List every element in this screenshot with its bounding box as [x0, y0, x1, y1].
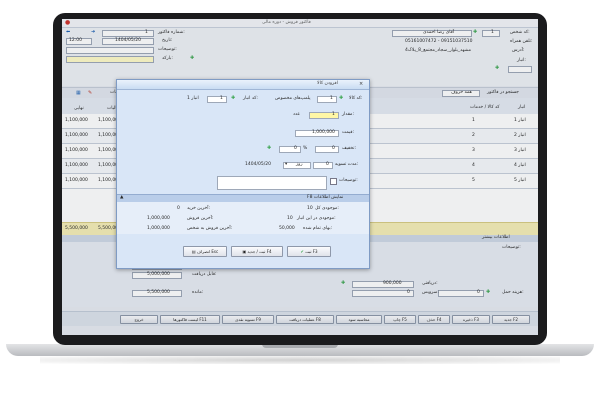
chevron-down-icon: ▾ — [285, 162, 288, 167]
qty-unit: عدد — [293, 112, 301, 117]
store-name: انبار 1 — [187, 96, 199, 101]
stock-store-label: موجودی در این انبار: — [297, 216, 336, 221]
qty-label: مقدار: — [342, 112, 355, 117]
store-code-label: کد انبار: — [243, 96, 258, 101]
stock-total: 10 — [307, 206, 313, 211]
cancel-button[interactable]: ▤ انصراف Esc — [183, 246, 227, 257]
avg-price-label: بهای تمام شده: — [303, 226, 333, 231]
item-name: پلمپ‌های مخصوص — [275, 96, 311, 101]
last-buy-label: آخرین خرید: — [187, 206, 211, 211]
last-sell: 1,000,000 — [147, 216, 170, 221]
info-panel: موجودی کل: 10 آخرین خرید: 0 موجودی در ای… — [117, 202, 369, 234]
dialog-title-bar: افزودن کالا × — [117, 80, 369, 90]
submit-button[interactable]: ✔ ثبت F3 — [287, 246, 331, 257]
laptop-shadow — [40, 356, 560, 364]
discount-amount-input[interactable]: 0 — [315, 146, 339, 153]
collapse-icon[interactable]: ▲ — [120, 195, 123, 201]
last-sell-label: آخرین فروش: — [187, 216, 214, 221]
price-input[interactable]: 1,000,000 — [295, 130, 339, 137]
notes-input[interactable] — [217, 176, 327, 190]
stock-total-label: موجودی کل: — [315, 206, 339, 211]
last-sell-person: 1,000,000 — [147, 226, 170, 231]
discount-pct-symbol: % — [303, 146, 308, 151]
stock-store: 10 — [287, 216, 293, 221]
warranty-unit-select[interactable]: روز ▾ — [283, 162, 311, 169]
warranty-date: 1404/05/20 — [245, 162, 271, 167]
add-discount-icon[interactable]: ✚ — [267, 145, 271, 151]
dialog-title: افزودن کالا — [317, 81, 338, 86]
notes-label: توضیحات: — [339, 178, 358, 183]
info-header-label: F8 نمایش اطلاعات — [307, 195, 344, 200]
add-store-code-icon[interactable]: ✚ — [231, 95, 235, 101]
add-item-dialog: افزودن کالا × کد کالا: ✚ 1 پلمپ‌های مخصو… — [116, 79, 370, 269]
last-buy: 0 — [177, 206, 180, 211]
item-code-input[interactable]: 1 — [317, 96, 337, 103]
info-header[interactable]: F8 نمایش اطلاعات ▲ — [117, 194, 369, 202]
warranty-input[interactable]: 0 — [313, 162, 333, 169]
discount-label: تخفیف: — [342, 146, 356, 151]
qty-input[interactable]: 1 — [309, 112, 339, 119]
discount-pct-input[interactable]: 0 — [279, 146, 301, 153]
last-sell-person-label: آخرین فروش به شخص: — [187, 226, 233, 231]
price-label: قیمت: — [342, 130, 355, 135]
item-code-label: کد کالا: — [349, 96, 363, 101]
avg-price: 50,000 — [279, 226, 295, 231]
store-code-input[interactable]: 1 — [207, 96, 227, 103]
add-item-code-icon[interactable]: ✚ — [339, 95, 343, 101]
submit-new-button[interactable]: ▣ ثبت / جدید F4 — [231, 246, 283, 257]
dialog-close-icon[interactable]: × — [359, 81, 363, 87]
notes-checkbox[interactable] — [330, 178, 337, 185]
warranty-label: مدت تسویه: — [335, 162, 359, 167]
